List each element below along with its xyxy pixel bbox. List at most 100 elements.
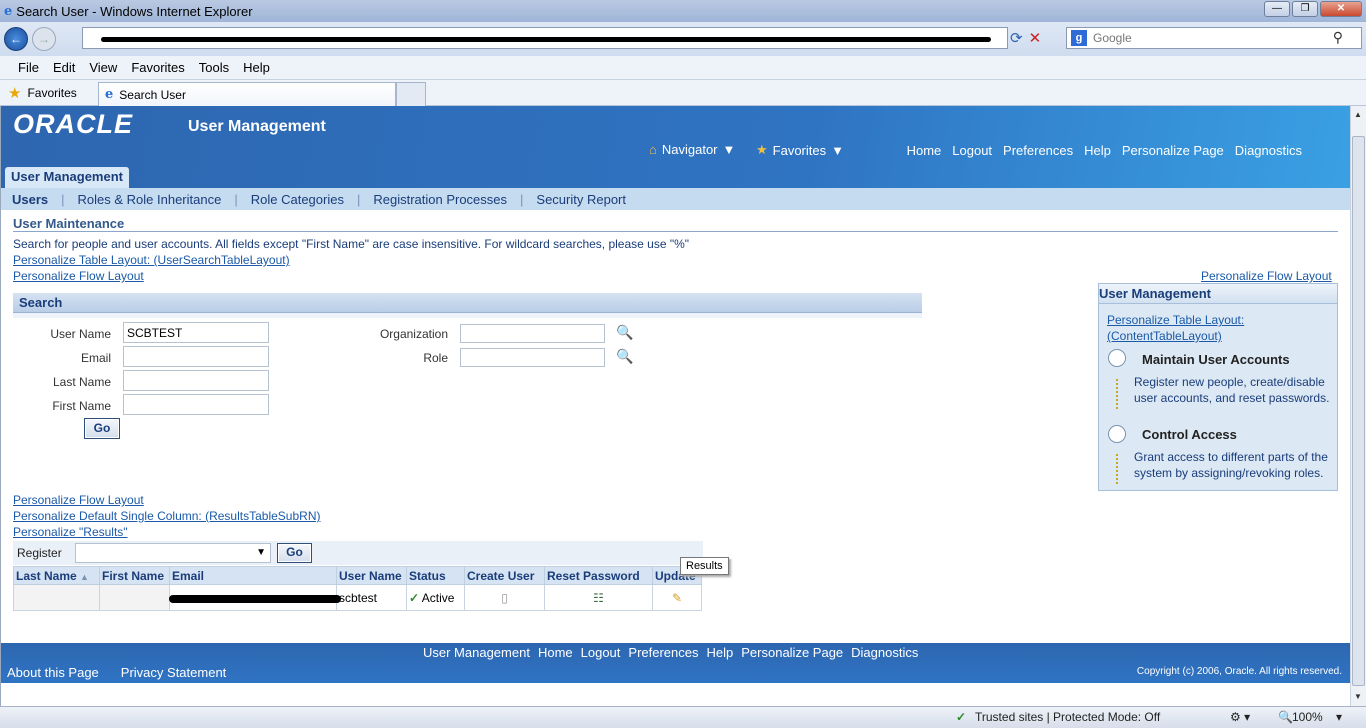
app-title: User Management	[188, 118, 326, 135]
create-user-icon[interactable]: ▯	[501, 591, 508, 605]
protected-mode-icon[interactable]: ⚙ ▾	[1230, 710, 1250, 724]
organization-label: Organization	[379, 327, 448, 341]
role-search-icon[interactable]: 🔍	[616, 348, 633, 365]
favorites-menu-label: Favorites	[772, 142, 827, 158]
scroll-down-icon[interactable]: ▼	[1354, 692, 1362, 701]
navigator-label: Navigator	[661, 142, 718, 157]
tab-user-management[interactable]: User Management	[5, 167, 129, 188]
chevron-down-icon: ▼	[831, 142, 844, 158]
minimize-icon[interactable]: —	[1264, 1, 1290, 17]
scroll-up-icon[interactable]: ▲	[1354, 110, 1362, 119]
window-controls: — ❐ ✕	[1264, 1, 1362, 17]
subnav-roles[interactable]: Roles & Role Inheritance	[78, 192, 222, 207]
col-reset-password: Reset Password	[544, 566, 653, 585]
forward-button[interactable]: →	[32, 27, 56, 51]
new-tab-button[interactable]	[396, 82, 426, 106]
zoom-chevron-icon[interactable]: ▾	[1336, 710, 1342, 724]
col-status: Status	[406, 566, 465, 585]
ie-page-icon: e	[105, 87, 114, 102]
global-link-diagnostics[interactable]: Diagnostics	[1235, 143, 1302, 158]
cell-user-name: scbtest	[336, 584, 407, 611]
cell-reset-password[interactable]: ☷	[544, 584, 653, 611]
favorites-button[interactable]: ★ Favorites	[8, 84, 96, 102]
results-flow-link[interactable]: Personalize Flow Layout	[13, 493, 144, 507]
address-bar[interactable]	[82, 27, 1008, 49]
page-content: ORACLE User Management ⌂ Navigator ▼ ★ F…	[0, 106, 1350, 706]
footer-link-home[interactable]: Home	[538, 645, 573, 660]
circle-icon	[1108, 425, 1126, 443]
copyright-text: Copyright (c) 2006, Oracle. All rights r…	[1136, 666, 1342, 677]
email-input[interactable]	[123, 346, 269, 367]
last-name-input[interactable]	[123, 370, 269, 391]
register-go-button[interactable]: Go	[277, 543, 312, 563]
footer-link-diagnostics[interactable]: Diagnostics	[851, 645, 918, 660]
trusted-check-icon: ✓	[956, 710, 967, 724]
window-title: Search User - Windows Internet Explorer	[16, 3, 253, 19]
menu-tools[interactable]: Tools	[199, 60, 229, 75]
circle-icon	[1108, 349, 1126, 367]
subnav-users[interactable]: Users	[12, 192, 48, 207]
user-name-input[interactable]	[123, 322, 269, 343]
dropdown-arrow-icon: ▼	[256, 547, 266, 558]
menu-view[interactable]: View	[89, 60, 117, 75]
privacy-link[interactable]: Privacy Statement	[121, 665, 227, 680]
register-select[interactable]: ▼	[75, 543, 271, 563]
back-button[interactable]: ←	[4, 27, 28, 51]
user-name-label: User Name	[50, 327, 111, 341]
search-icon[interactable]: ⚲	[1333, 29, 1343, 46]
col-last-name[interactable]: Last Name ▲	[13, 566, 100, 585]
browser-tab[interactable]: e Search User	[98, 82, 396, 106]
menu-favorites[interactable]: Favorites	[131, 60, 184, 75]
zoom-level[interactable]: 100%	[1292, 710, 1323, 724]
results-personalize-link[interactable]: Personalize "Results"	[13, 525, 128, 539]
results-table: Last Name ▲ First Name Email User Name S…	[13, 566, 702, 611]
organization-input[interactable]	[460, 324, 605, 343]
vertical-scrollbar[interactable]: ▲ ▼	[1350, 106, 1366, 706]
maximize-icon[interactable]: ❐	[1292, 1, 1318, 17]
personalize-flow-link-right[interactable]: Personalize Flow Layout	[1201, 269, 1332, 283]
zoom-icon: 🔍	[1278, 710, 1293, 724]
footer-link-logout[interactable]: Logout	[581, 645, 621, 660]
oracle-header: ORACLE User Management ⌂ Navigator ▼ ★ F…	[1, 106, 1350, 188]
results-default-link[interactable]: Personalize Default Single Column: (Resu…	[13, 509, 320, 523]
search-box[interactable]: g Google ⚲	[1066, 27, 1362, 49]
footer-link-personalize[interactable]: Personalize Page	[741, 645, 843, 660]
favorites-folder-icon: ★	[756, 142, 768, 157]
security-zone[interactable]: Trusted sites | Protected Mode: Off	[975, 710, 1160, 724]
personalize-table-link[interactable]: Personalize Table Layout: (UserSearchTab…	[13, 253, 290, 267]
pencil-icon[interactable]: ✎	[672, 591, 682, 605]
global-link-preferences[interactable]: Preferences	[1003, 143, 1073, 158]
navigator-menu[interactable]: ⌂ Navigator ▼	[649, 142, 735, 157]
global-link-help[interactable]: Help	[1084, 143, 1111, 158]
personalize-flow-link[interactable]: Personalize Flow Layout	[13, 269, 144, 283]
cell-create-user[interactable]: ▯	[464, 584, 545, 611]
scrollbar-thumb[interactable]	[1352, 136, 1365, 686]
footer-link-help[interactable]: Help	[707, 645, 734, 660]
cell-update[interactable]: ✎	[652, 584, 702, 611]
footer-link-user-management[interactable]: User Management	[423, 645, 530, 660]
favorites-menu[interactable]: ★ Favorites ▼	[756, 142, 844, 158]
global-link-personalize[interactable]: Personalize Page	[1122, 143, 1224, 158]
sidebox-personalize-link[interactable]: Personalize Table Layout: (ContentTableL…	[1107, 312, 1287, 344]
menu-edit[interactable]: Edit	[53, 60, 75, 75]
organization-search-icon[interactable]: 🔍	[616, 324, 633, 341]
footer-link-preferences[interactable]: Preferences	[628, 645, 698, 660]
subnav-role-categories[interactable]: Role Categories	[251, 192, 344, 207]
menu-file[interactable]: File	[18, 60, 39, 75]
search-go-button[interactable]: Go	[84, 418, 120, 439]
favorites-label: Favorites	[27, 85, 77, 100]
global-link-logout[interactable]: Logout	[952, 143, 992, 158]
stop-icon[interactable]: ✕	[1029, 29, 1042, 47]
menu-help[interactable]: Help	[243, 60, 270, 75]
reset-password-icon[interactable]: ☷	[593, 591, 604, 605]
subnav-registration[interactable]: Registration Processes	[373, 192, 507, 207]
refresh-icon[interactable]: ⟳	[1010, 29, 1023, 47]
first-name-input[interactable]	[123, 394, 269, 415]
about-page-link[interactable]: About this Page	[7, 665, 99, 680]
search-region-bg	[13, 313, 922, 318]
close-icon[interactable]: ✕	[1320, 1, 1362, 17]
chevron-down-icon: ▼	[722, 142, 736, 157]
role-input[interactable]	[460, 348, 605, 367]
subnav-security-report[interactable]: Security Report	[536, 192, 626, 207]
global-link-home[interactable]: Home	[907, 143, 942, 158]
